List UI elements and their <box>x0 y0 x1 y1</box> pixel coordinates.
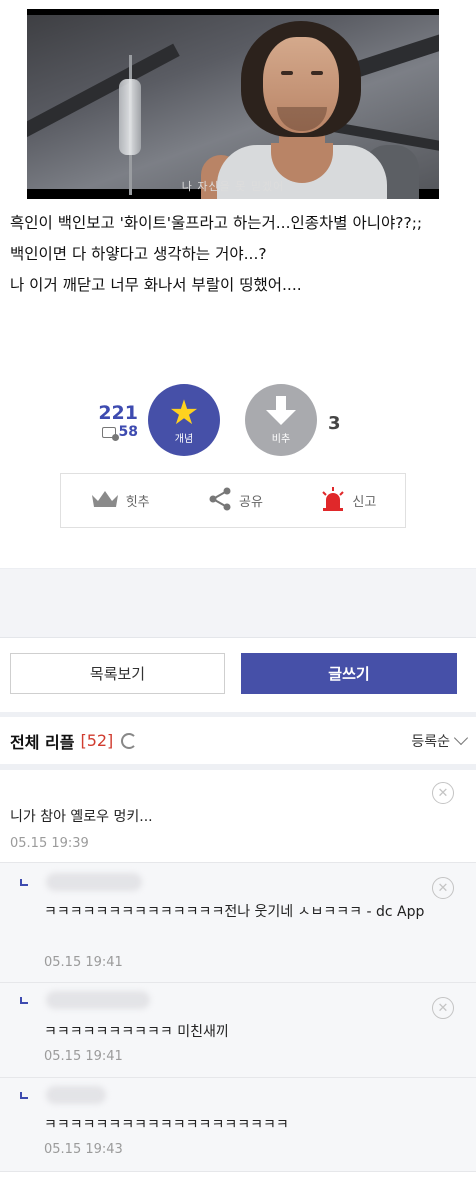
arrow-down-icon <box>266 395 296 426</box>
refresh-icon[interactable] <box>121 732 138 749</box>
list-view-button[interactable]: 목록보기 <box>10 653 225 694</box>
close-icon[interactable]: ✕ <box>432 782 454 804</box>
comments-count: [52] <box>80 731 114 750</box>
reply-item: ✕ ㅋㅋㅋㅋㅋㅋㅋㅋㅋㅋㅋㅋㅋㅋ전나 웃기네 ㅅㅂㅋㅋㅋ - dc App 05… <box>0 863 476 983</box>
downvote-button[interactable]: 비추 <box>245 384 317 456</box>
sort-label: 등록순 <box>411 733 450 750</box>
section-divider <box>0 568 476 638</box>
share-label: 공유 <box>239 495 263 510</box>
star-icon: ★ <box>168 392 200 433</box>
hit-recommend-button[interactable]: 힛추 <box>90 489 150 513</box>
comment-text: 니가 참아 옐로우 멍키... <box>10 809 153 825</box>
reply-icon <box>20 879 28 886</box>
comment-date: 05.15 19:43 <box>44 1142 123 1157</box>
siren-icon <box>320 486 346 516</box>
share-icon <box>207 486 233 516</box>
post-video-frame[interactable]: 나 자신을 못 믿겠어 <box>27 9 439 199</box>
fixed-upvote-count: 58 <box>90 424 138 441</box>
video-scene: 나 자신을 못 믿겠어 <box>27 15 439 199</box>
close-icon[interactable]: ✕ <box>432 877 454 899</box>
crown-icon <box>90 489 120 513</box>
post-line: 나 이거 깨닫고 너무 화나서 부랄이 띵했어.... <box>10 276 302 294</box>
comment-date: 05.15 19:41 <box>44 955 123 970</box>
downvote-count: 3 <box>328 413 341 434</box>
fixed-vote-icon <box>101 426 119 441</box>
share-button[interactable]: 공유 <box>207 486 263 516</box>
comment-text: ㅋㅋㅋㅋㅋㅋㅋㅋㅋㅋ 미친새끼 <box>44 1024 229 1040</box>
upvote-button[interactable]: ★ 개념 <box>148 384 220 456</box>
iv-bag <box>119 79 141 155</box>
comment-text: ㅋㅋㅋㅋㅋㅋㅋㅋㅋㅋㅋㅋㅋㅋㅋㅋㅋㅋㅋ <box>44 1117 289 1133</box>
chevron-down-icon <box>453 730 469 746</box>
comment-date: 05.15 19:39 <box>10 836 89 851</box>
downvote-label: 비추 <box>271 433 291 445</box>
write-button[interactable]: 글쓰기 <box>241 653 457 694</box>
hit-label: 힛추 <box>125 495 150 510</box>
post-line: 백인이면 다 하얗다고 생각하는 거야...? <box>10 245 267 263</box>
author-name-blurred <box>46 1086 106 1104</box>
reply-item: ㅋㅋㅋㅋㅋㅋㅋㅋㅋㅋㅋㅋㅋㅋㅋㅋㅋㅋㅋ 05.15 19:43 <box>0 1078 476 1172</box>
comment-date: 05.15 19:41 <box>44 1049 123 1064</box>
post-action-bar: 힛추 공유 신고 <box>60 473 406 528</box>
report-label: 신고 <box>352 495 377 510</box>
reply-icon <box>20 1092 28 1099</box>
author-name-blurred <box>46 873 142 891</box>
comments-title: 전체 리플 <box>10 732 75 752</box>
upvote-count: 221 <box>98 402 138 424</box>
post-body: 흑인이 백인보고 '화이트'울프라고 하는거...인종차별 아니야??;; 백인… <box>10 210 466 303</box>
reply-icon <box>20 997 28 1004</box>
video-subtitle: 나 자신을 못 믿겠어 <box>181 180 285 193</box>
post-line: 흑인이 백인보고 '화이트'울프라고 하는거...인종차별 아니야??;; <box>10 214 423 232</box>
reply-item: ✕ ㅋㅋㅋㅋㅋㅋㅋㅋㅋㅋ 미친새끼 05.15 19:41 <box>0 983 476 1078</box>
comment-text: ㅋㅋㅋㅋㅋㅋㅋㅋㅋㅋㅋㅋㅋㅋ전나 웃기네 ㅅㅂㅋㅋㅋ - dc App <box>44 904 425 920</box>
sort-dropdown[interactable]: 등록순 <box>411 730 469 751</box>
report-button[interactable]: 신고 <box>320 486 376 516</box>
upvote-counts: 221 58 <box>90 402 138 441</box>
upvote-label: 개념 <box>174 433 194 445</box>
comments-header: 전체 리플 [52] 등록순 <box>0 712 476 764</box>
close-icon[interactable]: ✕ <box>432 997 454 1019</box>
author-name-blurred <box>46 991 150 1009</box>
comment-item: ✕ 니가 참아 옐로우 멍키... 05.15 19:39 <box>0 770 476 863</box>
